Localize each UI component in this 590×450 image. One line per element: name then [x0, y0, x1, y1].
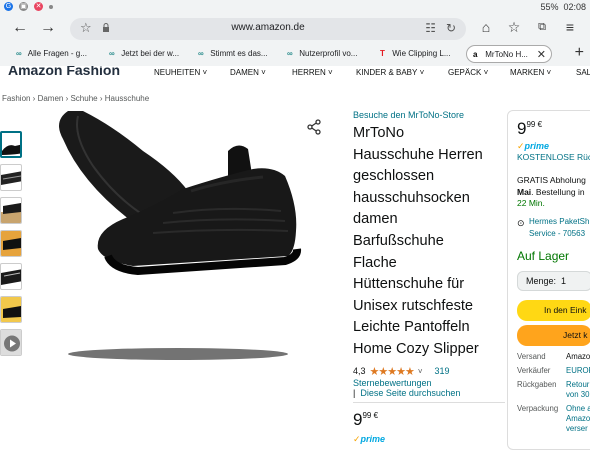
tab-label: Nutzerprofil vo...: [299, 49, 358, 58]
chevron-down-icon[interactable]: ˅: [418, 367, 423, 376]
samsung-g-icon: G: [4, 2, 13, 11]
tab-3[interactable]: ∞ Stimmt es das...: [192, 45, 278, 63]
store-link[interactable]: Besuche den MrToNo-Store: [353, 110, 505, 120]
buy-now-button[interactable]: Jetzt k: [517, 325, 590, 346]
battery-level: 55%: [540, 2, 559, 12]
new-tab-icon[interactable]: +: [575, 44, 584, 62]
reader-mode-icon[interactable]: ☷: [425, 21, 436, 35]
star-rating-icon: ★★★★★: [369, 365, 415, 378]
location-pin-icon: ⊙: [517, 218, 525, 228]
app-icon: ▣: [19, 2, 28, 11]
status-bar: G ▣ ✕ 55% 02:08: [0, 0, 590, 14]
search-page-link[interactable]: | Diese Seite durchsuchen: [353, 388, 505, 398]
buy-box: 999 € ✓prime KOSTENLOSE Rüc GRATIS Abhol…: [507, 110, 590, 450]
category-nav: NEUHEITEN ˅ DAMEN ˅ HERREN ˅ KINDER & BA…: [154, 68, 590, 77]
prime-badge: ✓prime: [353, 433, 386, 444]
tab-favicon-icon: T: [380, 49, 385, 58]
url-text: www.amazon.de: [231, 22, 305, 33]
image-thumbnails: [0, 131, 22, 362]
tab-favicon-icon: ∞: [287, 49, 293, 58]
reload-icon[interactable]: ↻: [446, 21, 456, 35]
tab-label: Alle Fragen - g...: [27, 49, 87, 58]
tab-favicon-icon: a: [473, 50, 478, 59]
menu-icon[interactable]: ≡: [561, 19, 579, 35]
video-thumbnail[interactable]: [0, 329, 22, 356]
tab-label: Wie Clipping L...: [392, 49, 451, 58]
amazon-fashion-logo[interactable]: Amazon Fashion: [8, 66, 120, 78]
nav-item[interactable]: KINDER & BABY ˅: [356, 68, 448, 77]
tab-favicon-icon: ∞: [198, 49, 204, 58]
seller-details: VersandAmazo VerkäuferEUROF RückgabenRet…: [517, 352, 590, 434]
nav-item[interactable]: MARKEN ˅: [510, 68, 576, 77]
address-bar[interactable]: ☆ www.amazon.de ☷ ↻: [70, 18, 466, 40]
thumbnail[interactable]: [0, 230, 22, 257]
tab-label: Stimmt es das...: [210, 49, 268, 58]
tab-5[interactable]: T Wie Clipping L...: [374, 45, 462, 63]
product-price: 999 €: [353, 409, 379, 429]
nav-item[interactable]: HERREN ˅: [292, 68, 356, 77]
rating-count[interactable]: 319: [435, 366, 450, 376]
tab-label: Jetzt bei der w...: [121, 49, 180, 58]
seller-link[interactable]: EUROF: [566, 366, 590, 376]
add-bookmark-icon[interactable]: ☆: [505, 19, 523, 36]
tab-favicon-icon: ∞: [16, 49, 22, 58]
rating-label[interactable]: Sternebewertungen: [353, 378, 505, 388]
product-title: MrToNo Hausschuhe Herren geschlossen hau…: [353, 125, 483, 357]
divider: [353, 401, 505, 403]
quantity-select[interactable]: Menge: 1: [517, 271, 590, 291]
product-info: Besuche den MrToNo-Store MrToNo Hausschu…: [353, 110, 505, 445]
free-returns-link[interactable]: KOSTENLOSE Rüc: [517, 152, 590, 162]
nav-item[interactable]: SALE: [576, 68, 590, 77]
nav-item[interactable]: GEPÄCK ˅: [448, 68, 510, 77]
tab-2[interactable]: ∞ Jetzt bei der w...: [103, 45, 189, 63]
amazon-header: Amazon Fashion NEUHEITEN ˅ DAMEN ˅ HERRE…: [0, 66, 590, 80]
thumbnail[interactable]: [0, 164, 22, 191]
back-button[interactable]: ←: [10, 18, 30, 38]
thumbnail[interactable]: [0, 296, 22, 323]
nav-item[interactable]: NEUHEITEN ˅: [154, 68, 230, 77]
rating-value: 4,3: [353, 366, 366, 377]
clock: 02:08: [563, 2, 586, 12]
share-icon[interactable]: [306, 119, 322, 135]
rating-row[interactable]: 4,3 ★★★★★ ˅ 319: [353, 365, 505, 378]
breadcrumb[interactable]: Fashion › Damen › Schuhe › Hausschuhe: [2, 94, 149, 103]
browser-toolbar: ← → ☆ www.amazon.de ☷ ↻ ⌂ ☆ ⧉ ≡: [0, 14, 590, 42]
add-to-cart-button[interactable]: In den Eink: [517, 300, 590, 321]
product-image[interactable]: [23, 111, 333, 366]
dot-icon: [49, 4, 53, 9]
tab-label: MrToNo H...: [485, 50, 528, 59]
tab-bar: ∞ Alle Fragen - g... ∞ Jetzt bei der w..…: [0, 42, 590, 66]
nav-item[interactable]: DAMEN ˅: [230, 68, 292, 77]
home-icon[interactable]: ⌂: [477, 19, 495, 35]
buybox-price: 999 €: [517, 119, 543, 138]
tab-active[interactable]: a MrToNo H... ✕: [466, 45, 552, 63]
tab-1[interactable]: ∞ Alle Fragen - g...: [10, 45, 101, 63]
time-left: 22 Min.: [517, 198, 545, 208]
tab-favicon-icon: ∞: [109, 49, 115, 58]
forward-button[interactable]: →: [38, 18, 58, 38]
tab-4[interactable]: ∞ Nutzerprofil vo...: [281, 45, 371, 63]
thumbnail[interactable]: [0, 131, 22, 158]
stock-status: Auf Lager: [517, 249, 570, 263]
close-tab-icon[interactable]: ✕: [537, 46, 546, 62]
thumbnail[interactable]: [0, 263, 22, 290]
pickup-info: GRATIS Abholung Mai. Bestellung in: [517, 175, 586, 197]
delivery-location[interactable]: ⊙ Hermes PaketSh Service - 70563: [517, 216, 590, 240]
prime-badge: ✓prime: [517, 141, 550, 151]
tabs-count-icon[interactable]: ⧉: [533, 21, 551, 34]
close-icon: ✕: [34, 2, 43, 11]
thumbnail[interactable]: [0, 197, 22, 224]
